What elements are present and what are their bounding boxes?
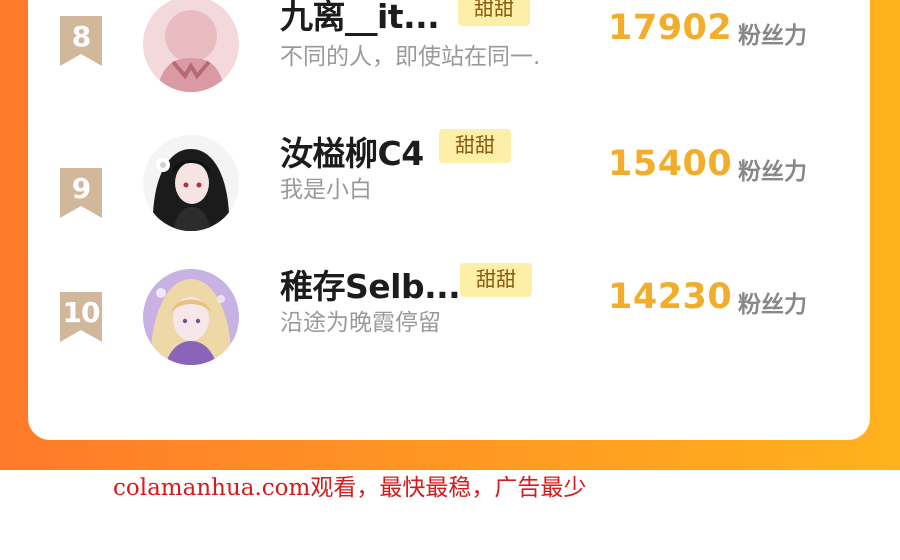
user-name[interactable]: 稚存Selb... bbox=[280, 260, 461, 308]
fan-power-score: 15400 bbox=[608, 144, 733, 184]
avatar-image bbox=[143, 135, 239, 231]
fan-power-unit: 粉丝力 bbox=[738, 159, 807, 185]
user-signature: 我是小白 bbox=[280, 177, 372, 203]
avatar[interactable] bbox=[143, 269, 239, 365]
rank-number: 8 bbox=[71, 20, 91, 53]
user-name[interactable]: 汝榏柳C4 bbox=[280, 127, 424, 175]
fan-power-score: 17902 bbox=[608, 8, 733, 48]
ranking-row[interactable]: 10 稚存Selb... 甜甜 沿途为晚霞停留 14230 粉丝力 bbox=[28, 263, 870, 397]
fan-power-unit: 粉丝力 bbox=[738, 23, 807, 49]
avatar-image bbox=[143, 0, 239, 92]
ranking-card: 8 九离__it... 甜甜 不同的人，即使站在同一. 17902 粉丝力 9 bbox=[28, 0, 870, 440]
fan-power-score: 14230 bbox=[608, 277, 733, 317]
avatar[interactable] bbox=[143, 135, 239, 231]
rank-tag: 10 bbox=[60, 292, 102, 342]
watermark-footer-text: colamanhua.com观看，最快最稳，广告最少 bbox=[113, 475, 587, 501]
user-signature: 不同的人，即使站在同一. bbox=[280, 44, 541, 70]
avatar-image bbox=[143, 269, 239, 365]
user-name[interactable]: 九离__it... bbox=[280, 0, 440, 38]
fan-power-unit: 粉丝力 bbox=[738, 292, 807, 318]
ranking-row[interactable]: 8 九离__it... 甜甜 不同的人，即使站在同一. 17902 粉丝力 bbox=[28, 0, 870, 92]
user-signature: 沿途为晚霞停留 bbox=[280, 310, 441, 336]
level-badge: 甜甜 bbox=[460, 263, 532, 297]
ranking-row[interactable]: 9 汝榏柳C4 甜甜 我是小白 15400 粉丝力 bbox=[28, 113, 870, 243]
level-badge: 甜甜 bbox=[458, 0, 530, 26]
avatar[interactable] bbox=[143, 0, 239, 92]
rank-tag: 8 bbox=[60, 16, 102, 66]
rank-number: 9 bbox=[71, 172, 91, 205]
rank-tag: 9 bbox=[60, 168, 102, 218]
rank-number: 10 bbox=[62, 296, 101, 329]
level-badge: 甜甜 bbox=[439, 129, 511, 163]
